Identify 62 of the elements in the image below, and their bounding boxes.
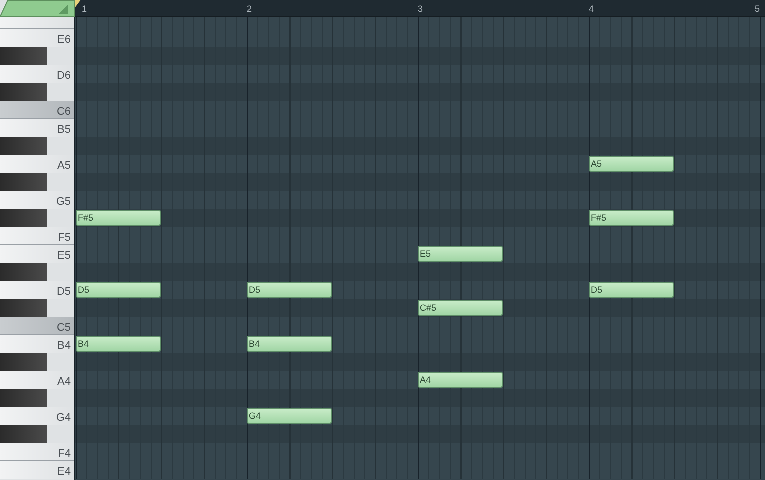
- key-label: F5: [58, 232, 71, 245]
- key-label: D6: [56, 70, 71, 83]
- sharp-key[interactable]: [0, 83, 47, 101]
- piano-key[interactable]: F5: [0, 227, 74, 245]
- note[interactable]: G4: [247, 408, 332, 424]
- note-row[interactable]: C#5: [75, 299, 765, 317]
- note-row[interactable]: [75, 173, 765, 191]
- piano-key[interactable]: C5: [0, 317, 74, 335]
- key-label: B4: [58, 340, 71, 353]
- piano-key[interactable]: G4: [0, 407, 74, 425]
- key-label: E5: [58, 250, 71, 263]
- piano-key[interactable]: [0, 17, 74, 29]
- note-row[interactable]: [75, 389, 765, 407]
- note[interactable]: D5: [76, 282, 161, 298]
- key-label: A5: [58, 160, 71, 173]
- piano-key[interactable]: C6: [0, 101, 74, 119]
- note-row[interactable]: [75, 47, 765, 65]
- piano-key[interactable]: A4: [0, 371, 74, 389]
- note-row[interactable]: [75, 425, 765, 443]
- note[interactable]: D5: [589, 282, 674, 298]
- note[interactable]: B4: [247, 336, 332, 352]
- sharp-key[interactable]: [0, 425, 47, 443]
- sharp-key[interactable]: [0, 137, 47, 155]
- piano-key[interactable]: F4: [0, 443, 74, 461]
- note[interactable]: C#5: [418, 300, 503, 316]
- key-label: F4: [58, 448, 71, 461]
- note[interactable]: D5: [247, 282, 332, 298]
- note[interactable]: F#5: [589, 210, 674, 226]
- bar-number: 4: [589, 4, 594, 14]
- timeline-ruler[interactable]: 1 2 3 4 5: [75, 0, 765, 17]
- sharp-key[interactable]: [0, 263, 47, 281]
- key-label: E4: [58, 466, 71, 479]
- key-label: G5: [56, 196, 71, 209]
- note-row[interactable]: [75, 137, 765, 155]
- bar-number: 2: [247, 4, 252, 14]
- sharp-key[interactable]: [0, 47, 47, 65]
- sharp-key[interactable]: [0, 299, 47, 317]
- note-row[interactable]: F#5 F#5: [75, 209, 765, 227]
- sharp-key[interactable]: [0, 173, 47, 191]
- key-label: G4: [56, 412, 71, 425]
- note[interactable]: A4: [418, 372, 503, 388]
- note[interactable]: B4: [76, 336, 161, 352]
- bar-number: 5: [755, 4, 760, 14]
- note[interactable]: E5: [418, 246, 503, 262]
- key-label: E6: [58, 34, 71, 47]
- sharp-key[interactable]: [0, 389, 47, 407]
- key-label: B5: [58, 124, 71, 137]
- sharp-key[interactable]: [0, 353, 47, 371]
- note[interactable]: A5: [589, 156, 674, 172]
- note-row[interactable]: [75, 83, 765, 101]
- bar-number: 1: [82, 4, 88, 14]
- note-row[interactable]: [75, 353, 765, 371]
- key-label: C6: [56, 106, 71, 119]
- piano-key[interactable]: B4: [0, 335, 74, 353]
- key-label: A4: [58, 376, 71, 389]
- sharp-key[interactable]: [0, 209, 47, 227]
- key-label: D5: [56, 286, 71, 299]
- note-row[interactable]: [75, 263, 765, 281]
- bar-number: 3: [418, 4, 424, 14]
- piano-key[interactable]: E4: [0, 461, 74, 479]
- note[interactable]: F#5: [76, 210, 161, 226]
- key-label: C5: [56, 322, 71, 335]
